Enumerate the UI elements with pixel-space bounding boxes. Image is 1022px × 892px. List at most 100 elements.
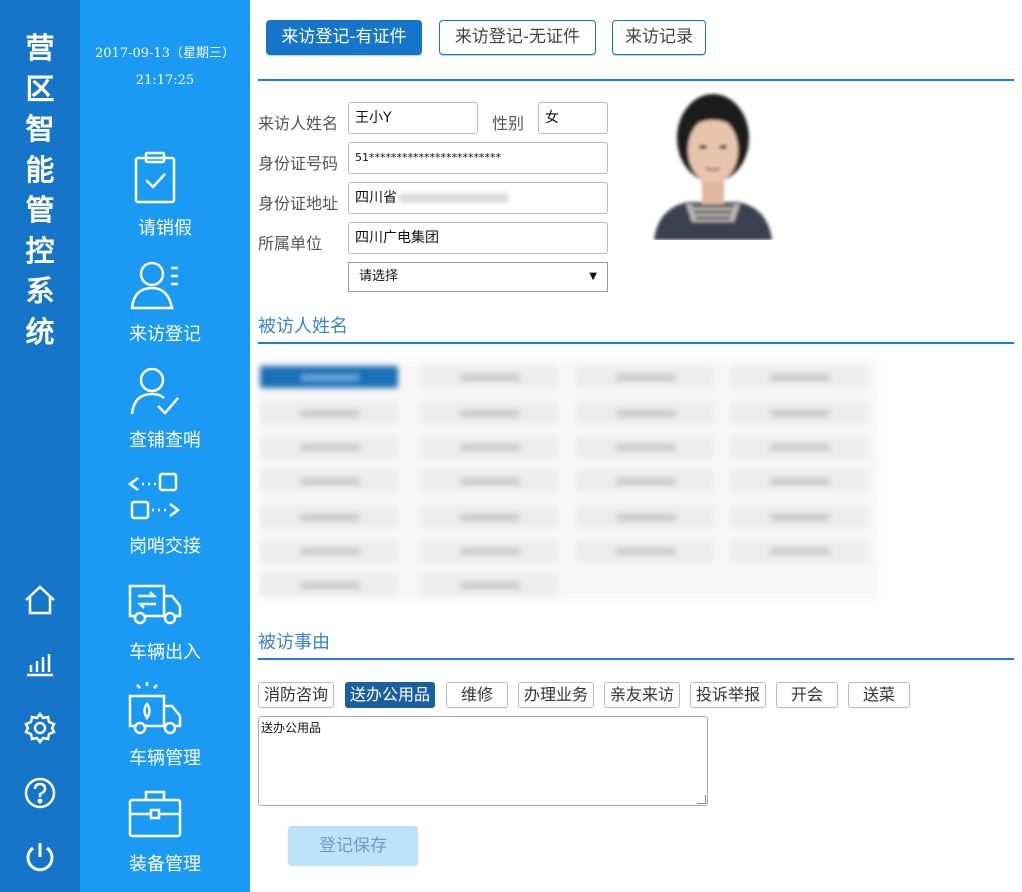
app-title-char: 管 (25, 193, 55, 227)
tab-with-id[interactable]: 来访登记-有证件 (266, 20, 422, 55)
visitee-item[interactable] (730, 366, 868, 388)
visitee-item[interactable] (260, 574, 398, 596)
nav-item-leave[interactable]: 请销假 (80, 150, 250, 254)
stats-icon[interactable] (21, 645, 59, 683)
visitee-item[interactable] (260, 366, 398, 388)
nav-item-equipment[interactable]: 装备管理 (80, 786, 250, 890)
tab-records[interactable]: 来访记录 (612, 20, 706, 55)
settings-icon[interactable] (21, 709, 59, 747)
visitee-item[interactable] (730, 540, 868, 562)
visitee-item[interactable] (420, 436, 558, 458)
nav-item-label: 请销假 (138, 218, 192, 239)
reason-option[interactable]: 维修 (446, 682, 508, 708)
resize-handle[interactable] (697, 795, 706, 804)
id-number-field[interactable]: 51************************ (348, 142, 608, 174)
nav-item-label: 岗哨交接 (129, 536, 201, 557)
address-value: 四川省 (355, 190, 397, 206)
datetime: 2017-09-13（星期三） 21:17:25 (80, 40, 250, 94)
app-title-char: 控 (25, 233, 55, 268)
name-label: 来访人姓名 (258, 114, 339, 133)
reason-option[interactable]: 送菜 (848, 682, 910, 708)
power-icon[interactable] (21, 838, 59, 876)
visitee-item[interactable] (730, 402, 868, 424)
nav-item-vehicle-inout[interactable]: 车辆出入 (80, 574, 250, 678)
help-icon[interactable] (21, 774, 59, 812)
visitee-item[interactable] (730, 506, 868, 528)
reason-option[interactable]: 消防咨询 (258, 682, 334, 708)
address-label: 身份证地址 (258, 194, 339, 213)
truck-alert-icon (128, 682, 182, 735)
nav-item-label: 查铺查哨 (129, 430, 201, 451)
visitee-item[interactable] (420, 540, 558, 562)
nav-item-label: 车辆管理 (129, 748, 201, 769)
visitee-item[interactable] (420, 574, 558, 596)
visitee-item[interactable] (420, 470, 558, 492)
left-strip: 营 区 智 能 管 控 系 统 (0, 0, 80, 892)
visitee-item[interactable] (260, 470, 398, 492)
visitee-item[interactable] (260, 436, 398, 458)
app-title-char: 能 (25, 152, 55, 187)
app-title-char: 智 (25, 112, 55, 146)
visitee-section-title: 被访人姓名 (258, 316, 348, 337)
clipboard-check-icon (134, 151, 176, 204)
visitee-item[interactable] (260, 540, 398, 562)
chevron-down-icon: ▼ (589, 271, 597, 282)
reason-option-selected[interactable]: 送办公用品 (345, 682, 435, 708)
divider (258, 79, 1014, 81)
visitee-item[interactable] (420, 366, 558, 388)
visitee-item[interactable] (576, 366, 714, 388)
divider (258, 342, 1014, 344)
id-label: 身份证号码 (258, 154, 339, 173)
visitee-item[interactable] (260, 402, 398, 424)
reason-option[interactable]: 投诉举报 (690, 682, 766, 708)
home-icon[interactable] (21, 581, 59, 619)
visitee-item[interactable] (420, 506, 558, 528)
app-title-char: 区 (25, 71, 55, 106)
reason-option[interactable]: 开会 (776, 682, 838, 708)
truck-inout-icon (128, 584, 182, 625)
unit-select[interactable]: 请选择 ▼ (348, 262, 608, 292)
unit-label: 所属单位 (258, 234, 323, 253)
reason-text: 送办公用品 (261, 721, 322, 735)
visitee-grid[interactable] (258, 360, 878, 600)
visitee-item[interactable] (576, 540, 714, 562)
app-title-char: 系 (25, 274, 55, 308)
gender-label: 性别 (492, 114, 525, 133)
visitee-item[interactable] (576, 436, 714, 458)
visitee-item[interactable] (576, 506, 714, 528)
gender-field[interactable]: 女 (538, 102, 608, 134)
visitee-item[interactable] (730, 436, 868, 458)
reason-option[interactable]: 亲友来访 (604, 682, 680, 708)
unit-field[interactable]: 四川广电集团 (348, 222, 608, 254)
visitee-item[interactable] (260, 506, 398, 528)
visitee-item[interactable] (420, 402, 558, 424)
reason-textarea[interactable]: 送办公用品 (258, 716, 708, 806)
visitor-name-field[interactable]: 王小Y (348, 102, 478, 134)
app-title: 营 区 智 能 管 控 系 统 (0, 28, 80, 352)
app-title-char: 统 (25, 314, 55, 349)
app-title-char: 营 (25, 31, 55, 65)
nav-item-inspection[interactable]: 查铺查哨 (80, 362, 250, 466)
nav-item-label: 来访登记 (129, 324, 201, 345)
visitee-item[interactable] (576, 402, 714, 424)
nav-item-vehicle-mgmt[interactable]: 车辆管理 (80, 680, 250, 784)
nav-item-label: 装备管理 (129, 854, 201, 875)
select-value: 请选择 (359, 269, 399, 284)
nav-item-visitor[interactable]: 来访登记 (80, 256, 250, 360)
handover-icon (128, 472, 181, 520)
nav-item-handover[interactable]: 岗哨交接 (80, 468, 250, 572)
id-address-field[interactable]: 四川省 (348, 182, 608, 214)
visitee-item[interactable] (730, 470, 868, 492)
current-date: 2017-09-13（星期三） (95, 46, 235, 61)
tab-without-id[interactable]: 来访登记-无证件 (439, 20, 596, 55)
nav-item-label: 车辆出入 (129, 642, 201, 663)
redacted-text (399, 193, 509, 203)
briefcase-icon (128, 790, 182, 838)
reason-option[interactable]: 办理业务 (518, 682, 594, 708)
user-check-icon (130, 367, 179, 415)
id-photo (654, 94, 772, 240)
save-button[interactable]: 登记保存 (288, 826, 418, 866)
side-nav: 2017-09-13（星期三） 21:17:25 请销假 来访登记 查铺查哨 岗… (80, 0, 250, 892)
visitee-item[interactable] (576, 470, 714, 492)
visitor-register-icon (130, 261, 178, 310)
